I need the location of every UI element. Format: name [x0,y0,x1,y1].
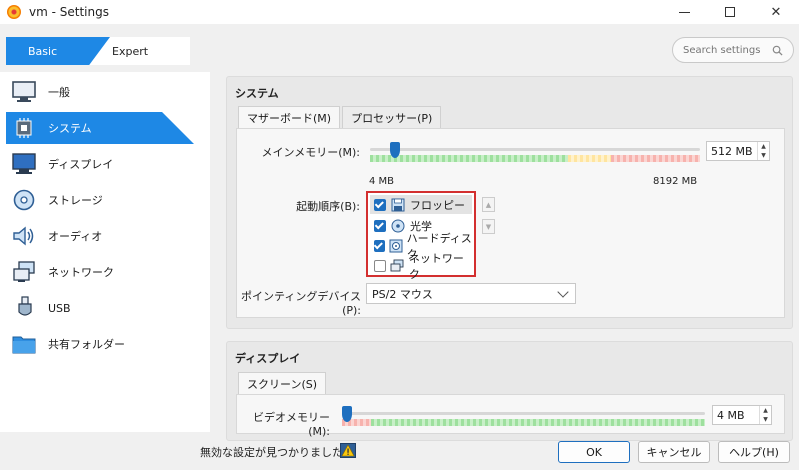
video-memory-label: ビデオメモリー(M): [253,411,330,438]
maximize-button[interactable] [707,0,753,24]
memory-spinbox[interactable]: 512 MB ▲ ▼ [706,141,770,161]
window-title: vm - Settings [29,5,109,19]
pointing-device-value: PS/2 マウス [372,287,433,301]
sidebar-item-usb[interactable]: USB [0,290,210,326]
sidebar-item-label: 共有フォルダー [48,338,125,351]
display-tabs: スクリーン(S) [238,372,328,394]
sidebar-item-label: オーディオ [48,230,103,243]
display-icon [12,152,36,176]
sidebar-item-label: USB [48,301,71,315]
sidebar-item-display[interactable]: ディスプレイ [0,146,210,182]
memory-slider[interactable] [370,142,700,162]
boot-checkbox-network[interactable] [374,259,386,272]
window-controls: ✕ [661,0,799,24]
maximize-icon [725,7,735,17]
arrow-up-icon: ▲ [763,407,768,414]
boot-move-down-button[interactable]: ▼ [482,219,495,234]
close-button[interactable]: ✕ [753,0,799,24]
disk-icon [12,188,36,212]
folder-icon [12,332,36,356]
memory-slider-track [370,148,700,151]
mode-bar: Basic Expert [0,34,799,68]
memory-value: 512 MB [711,144,753,158]
video-memory-value: 4 MB [717,408,745,422]
search-box[interactable] [672,37,794,63]
boot-item-network[interactable]: ネットワーク [370,252,472,281]
sidebar-item-audio[interactable]: オーディオ [0,218,210,254]
chip-icon [12,116,36,140]
system-tabs: マザーボード(M) プロセッサー(P) [238,106,443,128]
memory-max-label: 8192 MB [653,176,698,187]
sidebar-item-label: ネットワーク [48,266,114,279]
sidebar: 一般 システム ディスプレイ ストレージ オーディオ ネットワーク USB 共有… [0,72,210,432]
boot-order-list[interactable]: フロッピー 光学 ハードディスク ネットワーク [366,191,476,281]
memory-slider-handle[interactable] [390,142,400,158]
video-memory-spinbox[interactable]: 4 MB ▲ ▼ [712,405,772,425]
title-bar: vm - Settings ✕ [0,0,799,24]
optical-disc-icon [390,218,406,234]
video-memory-slider-scale [342,419,705,426]
sidebar-item-system[interactable]: システム [0,110,210,146]
video-memory-slider-handle[interactable] [342,406,352,422]
arrow-down-icon: ▼ [763,416,768,423]
pointing-device-select[interactable]: PS/2 マウス [366,283,576,304]
speaker-icon [12,224,36,248]
boot-order-label: 起動順序(B): [296,200,360,213]
display-panel-title: ディスプレイ [235,352,301,365]
video-memory-spin-arrows[interactable]: ▲ ▼ [759,406,771,424]
search-icon [772,45,783,56]
help-button[interactable]: ヘルプ(H) [718,441,790,463]
search-input[interactable] [683,44,769,56]
arrow-down-icon: ▼ [485,222,492,231]
arrow-up-icon: ▲ [761,143,766,150]
boot-checkbox-optical[interactable] [374,219,386,232]
system-panel-title: システム [235,87,279,100]
usb-icon [12,296,36,320]
arrow-down-icon: ▼ [761,152,766,159]
boot-item-label: フロッピー [410,198,465,212]
boot-item-floppy[interactable]: フロッピー [370,195,472,214]
memory-label: メインメモリー(M): [261,146,360,159]
sidebar-item-storage[interactable]: ストレージ [0,182,210,218]
monitor-icon [12,80,36,104]
sidebar-item-label: 一般 [48,86,70,99]
boot-checkbox-hard-disk[interactable] [374,239,385,252]
minimize-button[interactable] [661,0,707,24]
memory-slider-scale [370,155,700,162]
warning-icon[interactable] [340,443,356,458]
tab-processor[interactable]: プロセッサー(P) [342,106,442,128]
minimize-icon [678,11,690,13]
network-icon [390,258,405,274]
sidebar-item-label: ストレージ [48,194,103,207]
mode-expert-button[interactable]: Expert [112,37,172,65]
boot-checkbox-floppy[interactable] [374,198,386,211]
close-icon: ✕ [770,4,782,20]
chevron-down-icon [557,286,569,298]
invalid-settings-message: 無効な設定が見つかりました [200,446,343,459]
video-memory-slider[interactable] [342,406,705,426]
sidebar-item-label: システム [48,122,92,135]
sidebar-item-label: ディスプレイ [48,158,114,171]
sidebar-item-network[interactable]: ネットワーク [0,254,210,290]
ok-button[interactable]: OK [558,441,630,463]
pointing-device-label: ポインティングデバイス(P): [240,290,361,317]
memory-min-label: 4 MB [369,176,395,187]
hard-disk-icon [389,238,403,254]
floppy-icon [390,197,406,213]
sidebar-item-general[interactable]: 一般 [0,74,210,110]
memory-spin-arrows[interactable]: ▲ ▼ [757,142,769,160]
cancel-button[interactable]: キャンセル [638,441,710,463]
video-memory-slider-track [342,412,705,415]
network-icon [12,260,36,284]
sidebar-item-shared-folders[interactable]: 共有フォルダー [0,326,210,362]
app-icon [7,5,21,19]
arrow-up-icon: ▲ [485,200,492,209]
tab-screen[interactable]: スクリーン(S) [238,372,327,394]
boot-move-up-button[interactable]: ▲ [482,197,495,212]
tab-motherboard[interactable]: マザーボード(M) [238,106,341,128]
boot-item-label: ネットワーク [408,251,464,281]
